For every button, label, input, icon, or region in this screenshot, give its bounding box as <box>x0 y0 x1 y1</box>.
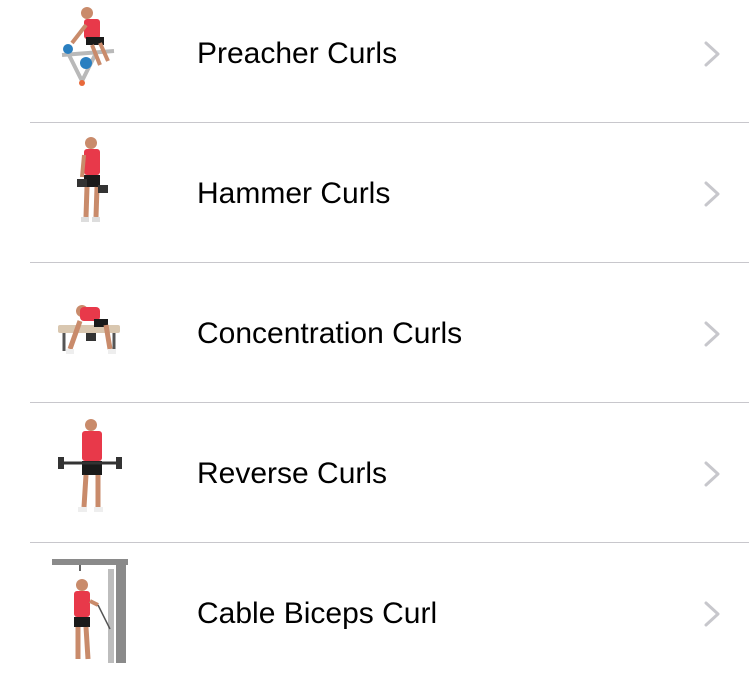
cable-curl-thumbnail <box>50 559 150 663</box>
reverse-curl-thumbnail <box>40 411 140 515</box>
chevron-right-icon <box>700 40 724 68</box>
list-item-cable-biceps-curl[interactable]: Cable Biceps Curl <box>0 543 749 683</box>
chevron-right-icon <box>700 320 724 348</box>
list-item-hammer-curls[interactable]: Hammer Curls <box>0 123 749 263</box>
preacher-curl-thumbnail <box>40 0 140 95</box>
chevron-right-icon <box>700 180 724 208</box>
exercise-label: Cable Biceps Curl <box>197 597 438 630</box>
list-item-reverse-curls[interactable]: Reverse Curls <box>0 403 749 543</box>
hammer-curl-thumbnail <box>40 131 140 235</box>
exercise-label: Concentration Curls <box>197 317 463 350</box>
exercise-label: Preacher Curls <box>197 37 398 70</box>
exercise-label: Hammer Curls <box>197 177 391 210</box>
exercise-label: Reverse Curls <box>197 457 388 490</box>
chevron-right-icon <box>700 600 724 628</box>
list-item-concentration-curls[interactable]: Concentration Curls <box>0 263 749 403</box>
concentration-curl-thumbnail <box>40 271 140 375</box>
list-item-preacher-curls[interactable]: Preacher Curls <box>0 0 749 123</box>
chevron-right-icon <box>700 460 724 488</box>
exercise-list: Preacher Curls Hammer Curls Concentratio… <box>0 0 749 700</box>
